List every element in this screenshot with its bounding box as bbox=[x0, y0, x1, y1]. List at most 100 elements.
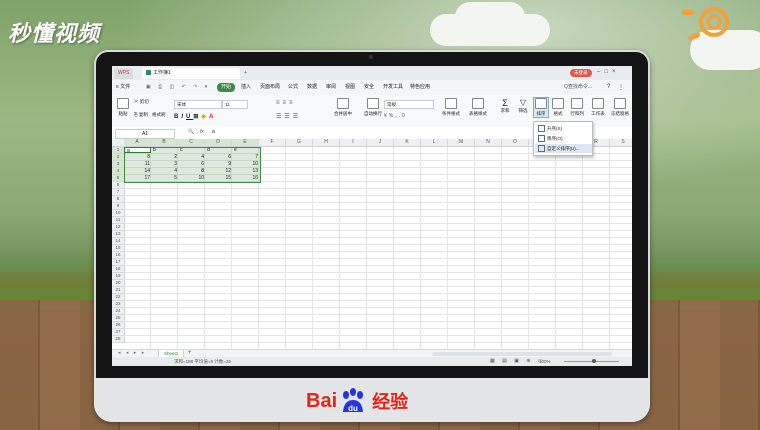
cell-a3[interactable]: 11 bbox=[124, 161, 151, 167]
login-button[interactable]: 未登录 bbox=[570, 69, 592, 77]
freeze-panes-button[interactable]: 冻结窗格 bbox=[610, 98, 630, 117]
column-header-f[interactable]: F bbox=[259, 139, 286, 147]
cell-b5[interactable]: 5 bbox=[151, 175, 178, 181]
conditional-format-button[interactable]: 条件格式 bbox=[439, 98, 463, 117]
cell-a1[interactable]: a bbox=[124, 147, 151, 154]
menu-view[interactable]: 视图 bbox=[345, 83, 355, 92]
cell-b2[interactable]: 2 bbox=[151, 154, 178, 160]
menu-home[interactable]: 开始 bbox=[217, 83, 236, 92]
wrap-text-button[interactable]: 自动换行 bbox=[360, 98, 386, 117]
cell-c4[interactable]: 8 bbox=[178, 168, 205, 174]
merge-label: 合并居中 bbox=[334, 111, 352, 116]
view-mode-icons[interactable]: ▦ ▤ ▣ ⊕ ▭ bbox=[490, 357, 546, 366]
menu-developer[interactable]: 开发工具 bbox=[383, 83, 403, 92]
cell-e5[interactable]: 16 bbox=[232, 175, 259, 181]
cell-d1[interactable]: d bbox=[205, 147, 232, 153]
cell-d2[interactable]: 6 bbox=[205, 154, 232, 160]
merge-center-button[interactable]: 合并居中 bbox=[330, 98, 356, 117]
zoom-slider-thumb[interactable] bbox=[592, 359, 596, 363]
command-search[interactable]: Q查找命令... bbox=[564, 83, 592, 92]
column-header-m[interactable]: M bbox=[448, 139, 475, 147]
tab-workbook[interactable]: 工作簿1 bbox=[142, 68, 240, 79]
menu-data[interactable]: 数据 bbox=[307, 83, 317, 92]
add-sheet-button[interactable]: + bbox=[188, 350, 192, 356]
cell-e3[interactable]: 10 bbox=[232, 161, 259, 167]
tab-wps[interactable]: WPS bbox=[114, 68, 134, 79]
column-header-g[interactable]: G bbox=[286, 139, 313, 147]
column-header-k[interactable]: K bbox=[394, 139, 421, 147]
column-header-j[interactable]: J bbox=[367, 139, 394, 147]
cell-a5[interactable]: 17 bbox=[124, 175, 151, 181]
cut-button[interactable]: ✂ 剪切 bbox=[134, 99, 149, 105]
cell-d4[interactable]: 12 bbox=[205, 168, 232, 174]
cell-c5[interactable]: 10 bbox=[178, 175, 205, 181]
sheet-nav-arrows[interactable]: ◂ ◂ ▸ ▸ bbox=[118, 350, 146, 356]
cell-a2[interactable]: 8 bbox=[124, 154, 151, 160]
custom-sort-label: 自定义排序(U)... bbox=[547, 146, 580, 151]
column-header-o[interactable]: O bbox=[502, 139, 529, 147]
menu-special[interactable]: 特色应用 bbox=[410, 83, 430, 92]
column-header-n[interactable]: N bbox=[475, 139, 502, 147]
sum-button[interactable]: Σ 求和 bbox=[498, 98, 512, 114]
format-button[interactable]: 格式 bbox=[551, 98, 565, 117]
cell-e4[interactable]: 13 bbox=[232, 168, 259, 174]
paste-button[interactable]: 粘贴 bbox=[116, 98, 130, 117]
cell-b1[interactable]: b bbox=[151, 147, 178, 153]
cell-c2[interactable]: 4 bbox=[178, 154, 205, 160]
column-header-a[interactable]: A bbox=[124, 139, 151, 147]
menu-security[interactable]: 安全 bbox=[364, 83, 374, 92]
maximize-button[interactable]: □ bbox=[604, 69, 612, 75]
column-header-s[interactable]: S bbox=[610, 139, 632, 147]
cell-d5[interactable]: 15 bbox=[205, 175, 232, 181]
cell-c1[interactable]: c bbox=[178, 147, 205, 153]
custom-sort-item[interactable]: 自定义排序(U)... bbox=[535, 144, 592, 153]
sort-button[interactable]: 排序 bbox=[533, 97, 549, 118]
font-color-icon[interactable]: A bbox=[209, 114, 216, 120]
menu-insert[interactable]: 插入 bbox=[241, 83, 251, 92]
format-painter-button[interactable]: 格式刷 bbox=[152, 112, 166, 118]
zoom-formula-icon[interactable]: 🔍 bbox=[188, 129, 194, 135]
column-header-c[interactable]: C bbox=[178, 139, 205, 147]
horizontal-scrollbar[interactable] bbox=[432, 352, 612, 356]
cell-b4[interactable]: 4 bbox=[151, 168, 178, 174]
fx-icon[interactable]: fx bbox=[200, 129, 204, 135]
column-header-l[interactable]: L bbox=[421, 139, 448, 147]
menu-file[interactable]: ≡ 文件 bbox=[116, 83, 130, 92]
help-icon[interactable]: ? bbox=[607, 84, 610, 90]
table-style-button[interactable]: 表格样式 bbox=[466, 98, 490, 117]
menu-formula[interactable]: 公式 bbox=[288, 83, 298, 92]
align-center-icon[interactable]: ☰ bbox=[284, 114, 292, 120]
column-header-h[interactable]: H bbox=[313, 139, 340, 147]
menu-review[interactable]: 审阅 bbox=[326, 83, 336, 92]
cell-a4[interactable]: 14 bbox=[124, 168, 151, 174]
menu-page-layout[interactable]: 页面布局 bbox=[260, 83, 280, 92]
close-button[interactable]: × bbox=[612, 69, 620, 75]
sort-descending-item[interactable]: 降序(O) bbox=[538, 134, 563, 143]
font-size-select[interactable]: 11 bbox=[222, 100, 248, 109]
column-header-e[interactable]: E bbox=[232, 139, 259, 147]
column-header-b[interactable]: B bbox=[151, 139, 178, 147]
cell-e1[interactable]: e bbox=[232, 147, 259, 153]
column-header-i[interactable]: I bbox=[340, 139, 367, 147]
cell-d3[interactable]: 9 bbox=[205, 161, 232, 167]
table-style-icon bbox=[472, 98, 484, 109]
align-bottom-icon[interactable]: ≡ bbox=[289, 100, 296, 106]
name-box[interactable]: A1 bbox=[115, 129, 175, 139]
column-header-d[interactable]: D bbox=[205, 139, 232, 147]
fill-color-icon[interactable]: ◆ bbox=[201, 114, 209, 120]
row-col-button[interactable]: 行和列 bbox=[568, 98, 586, 117]
cell-e2[interactable]: 7 bbox=[232, 154, 259, 160]
number-format-select[interactable]: 常规 bbox=[384, 100, 434, 109]
copy-button[interactable]: ⎘ 复制 bbox=[134, 112, 148, 118]
worksheet-button[interactable]: 工作表 bbox=[589, 98, 607, 117]
decimal-icon[interactable]: .0 bbox=[399, 113, 407, 119]
filter-button[interactable]: ▽ 筛选 bbox=[516, 98, 530, 114]
sort-ascending-item[interactable]: 升序(S) bbox=[538, 124, 562, 133]
cell-c3[interactable]: 6 bbox=[178, 161, 205, 167]
align-right-icon[interactable]: ☰ bbox=[293, 114, 301, 120]
font-select[interactable]: 宋体 bbox=[174, 100, 222, 109]
formula-input[interactable]: a bbox=[212, 129, 215, 135]
cell-b3[interactable]: 3 bbox=[151, 161, 178, 167]
more-icon[interactable]: ⋮ bbox=[618, 84, 624, 91]
new-tab-button[interactable]: + bbox=[240, 68, 251, 79]
